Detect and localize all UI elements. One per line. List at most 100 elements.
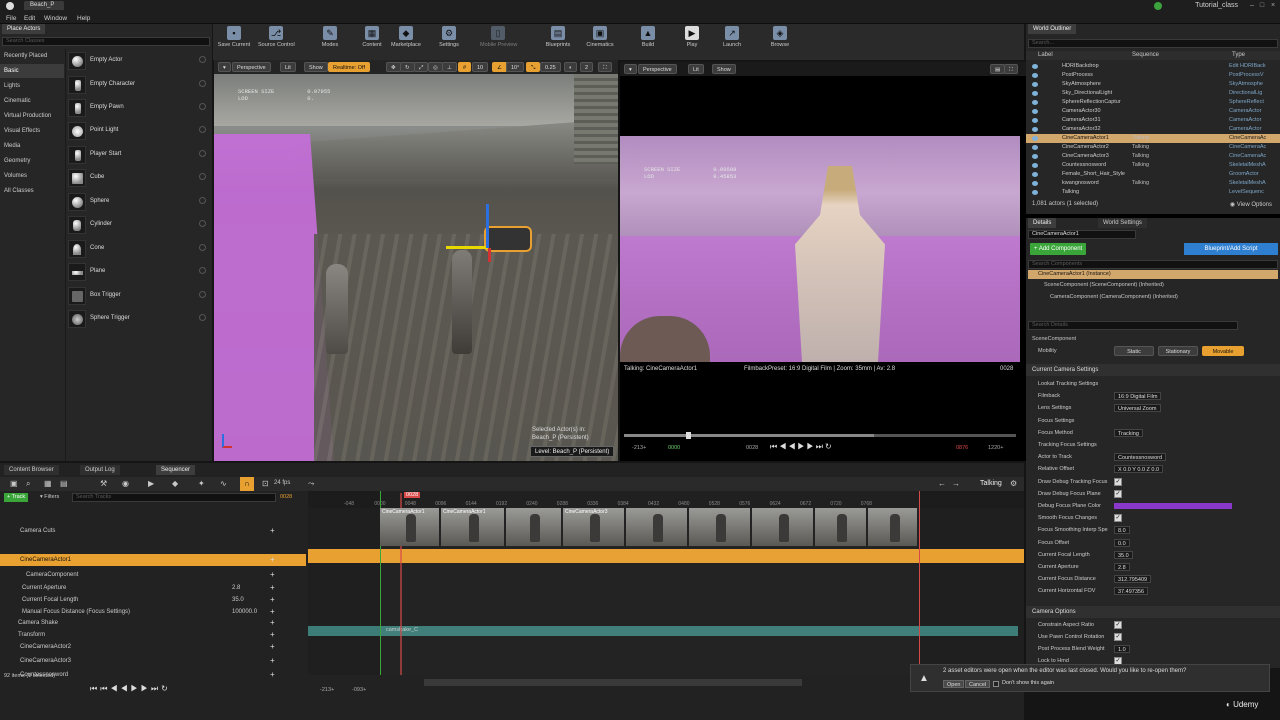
viewport-options-icon[interactable]: ▾ [624,64,637,74]
tab-details[interactable]: Details [1028,218,1057,228]
eye-icon[interactable] [1032,181,1038,186]
add-key-icon[interactable]: + [270,594,275,606]
outliner-row[interactable]: kwangnosword Talking SkeletalMeshA [1026,179,1280,188]
add-key-icon[interactable]: + [270,669,275,681]
eye-icon[interactable] [1032,64,1038,69]
browse-button[interactable]: ◈ Browse [762,25,798,55]
track-value[interactable]: 35.0 [232,594,244,606]
track-row[interactable]: Camera Cuts + [0,525,306,537]
source-control-button[interactable]: ⎇ Source Control [258,25,295,55]
gizmo-axis-y[interactable] [488,248,491,262]
track-value[interactable]: 2.8 [232,582,240,594]
cancel-button[interactable]: Cancel [965,680,991,688]
outliner-row[interactable]: CineCameraActor1 Talking CineCameraAc [1026,134,1280,143]
camera-cut-thumbnail[interactable]: CineCameraActor1 [380,508,440,546]
property-value[interactable]: X 0.0 Y 0.0 Z 0.0 [1114,465,1164,474]
add-key-icon[interactable]: + [270,569,275,581]
menu-edit[interactable]: Edit [24,15,35,23]
minimize-icon[interactable]: – [1248,2,1256,10]
help-icon[interactable] [199,244,206,251]
color-swatch[interactable] [1114,503,1232,509]
view-options-button[interactable]: ◉ View Options [1230,201,1272,208]
eye-icon[interactable] [1032,118,1038,123]
mobility-static[interactable]: Static [1114,346,1154,356]
section-current-camera-settings[interactable]: Current Camera Settings [1026,364,1280,376]
camera-speed-icon[interactable]: ◐ [564,62,578,72]
build-button[interactable]: ▲ Build [630,25,666,55]
auto-key-icon[interactable]: ◆ [172,479,178,488]
marketplace-button[interactable]: ◆ Marketplace [388,25,424,55]
curve-icon[interactable]: ∿ [220,479,227,488]
tab-world-outliner[interactable]: World Outliner [1028,24,1077,34]
key-icon[interactable]: ⚒ [100,479,107,488]
help-icon[interactable] [199,80,206,87]
option-checkbox[interactable]: ✓ [1114,633,1122,641]
add-track-button[interactable]: + Track [4,493,29,502]
actor-sphere-trigger[interactable]: Sphere Trigger [66,308,212,330]
actor-player-start[interactable]: Player Start [66,144,212,166]
actor-cylinder[interactable]: Cylinder [66,214,212,236]
eye-icon[interactable] [1032,91,1038,96]
eye-icon[interactable] [1032,145,1038,150]
camera-speed[interactable]: 2 [580,62,594,72]
camera-cut-thumbnail[interactable] [815,508,867,546]
camera-cut-thumbnail[interactable] [868,508,918,546]
category-media[interactable]: Media [0,139,64,153]
column-type[interactable]: Type [1232,51,1245,60]
level-viewport[interactable]: SCREEN SIZE 0.07955 LOD 0. Selected Acto… [214,74,618,461]
mobility-movable[interactable]: Movable [1202,346,1244,356]
rotation-snap-icon[interactable]: ∠ [492,62,507,72]
surface-snap-icon[interactable]: ⊥ [442,62,457,72]
world-icon[interactable]: ◎ [428,62,443,72]
eye-icon[interactable] [1032,172,1038,177]
maximize-viewport-icon[interactable]: ⛶ [598,62,612,72]
level-badge[interactable]: Level: Beach_P (Persistent) [530,446,615,457]
help-icon[interactable] [199,291,206,298]
save-icon[interactable]: ▣ [10,479,18,488]
property-checkbox[interactable]: ✓ [1114,514,1122,523]
dont-show-checkbox[interactable] [993,681,999,687]
property-value[interactable]: Countessnosword [1114,453,1167,462]
section-camera-options[interactable]: Camera Options [1026,606,1280,618]
gizmo-axis-x[interactable] [446,246,488,249]
tab-content-browser[interactable]: Content Browser [4,465,59,475]
track-row[interactable]: CameraComponent + [0,569,306,581]
lit-button[interactable]: Lit [688,64,704,74]
option-checkbox[interactable]: ✓ [1114,621,1122,629]
viewport-options-icon[interactable]: ▾ [218,62,231,72]
cinematics-button[interactable]: ▣ Cinematics [582,25,618,55]
actor-empty-actor[interactable]: Empty Actor [66,50,212,72]
add-key-icon[interactable]: + [270,582,275,594]
actor-box-trigger[interactable]: Box Trigger [66,285,212,307]
add-key-icon[interactable]: + [270,641,275,653]
grid-snap-icon[interactable]: # [458,62,472,72]
menu-window[interactable]: Window [44,15,67,23]
back-arrow-icon[interactable]: ← [938,479,946,488]
open-button[interactable]: Open [943,680,965,688]
maximize-icon[interactable]: □ [1258,2,1266,10]
settings-button[interactable]: ⚙ Settings [431,25,467,55]
help-icon[interactable] [199,150,206,157]
filters-button[interactable]: ▾ Filters [40,493,59,502]
track-row[interactable]: Camera Shake + [0,617,306,629]
outliner-row[interactable]: CameraActor30 CameraActor [1026,107,1280,116]
playback-icon[interactable]: ▶ [148,479,154,488]
camera-cut-thumbnail[interactable]: CineCameraActor1 [441,508,505,546]
help-icon[interactable] [199,197,206,204]
outliner-row[interactable]: PostProcess PostProcessV [1026,71,1280,80]
eye-icon[interactable] [1032,100,1038,105]
eye-icon[interactable] [1032,127,1038,132]
rotation-size[interactable]: 10° [506,62,525,72]
rotate-icon[interactable]: ↻ [400,62,415,72]
category-geometry[interactable]: Geometry [0,154,64,168]
gizmo-axis-z[interactable] [486,204,489,248]
show-button[interactable]: Show [304,62,328,72]
add-key-icon[interactable]: + [270,617,275,629]
eye-icon[interactable] [1032,163,1038,168]
camera-cut-thumbnail[interactable] [689,508,751,546]
tab-place-actors[interactable]: Place Actors [2,24,46,34]
property-value[interactable]: 0.0 [1114,538,1130,547]
translate-icon[interactable]: ✥ [386,62,401,72]
modes-button[interactable]: ✎ Modes [312,25,348,55]
track-row[interactable]: Current Focal Length 35.0 + [0,594,306,606]
